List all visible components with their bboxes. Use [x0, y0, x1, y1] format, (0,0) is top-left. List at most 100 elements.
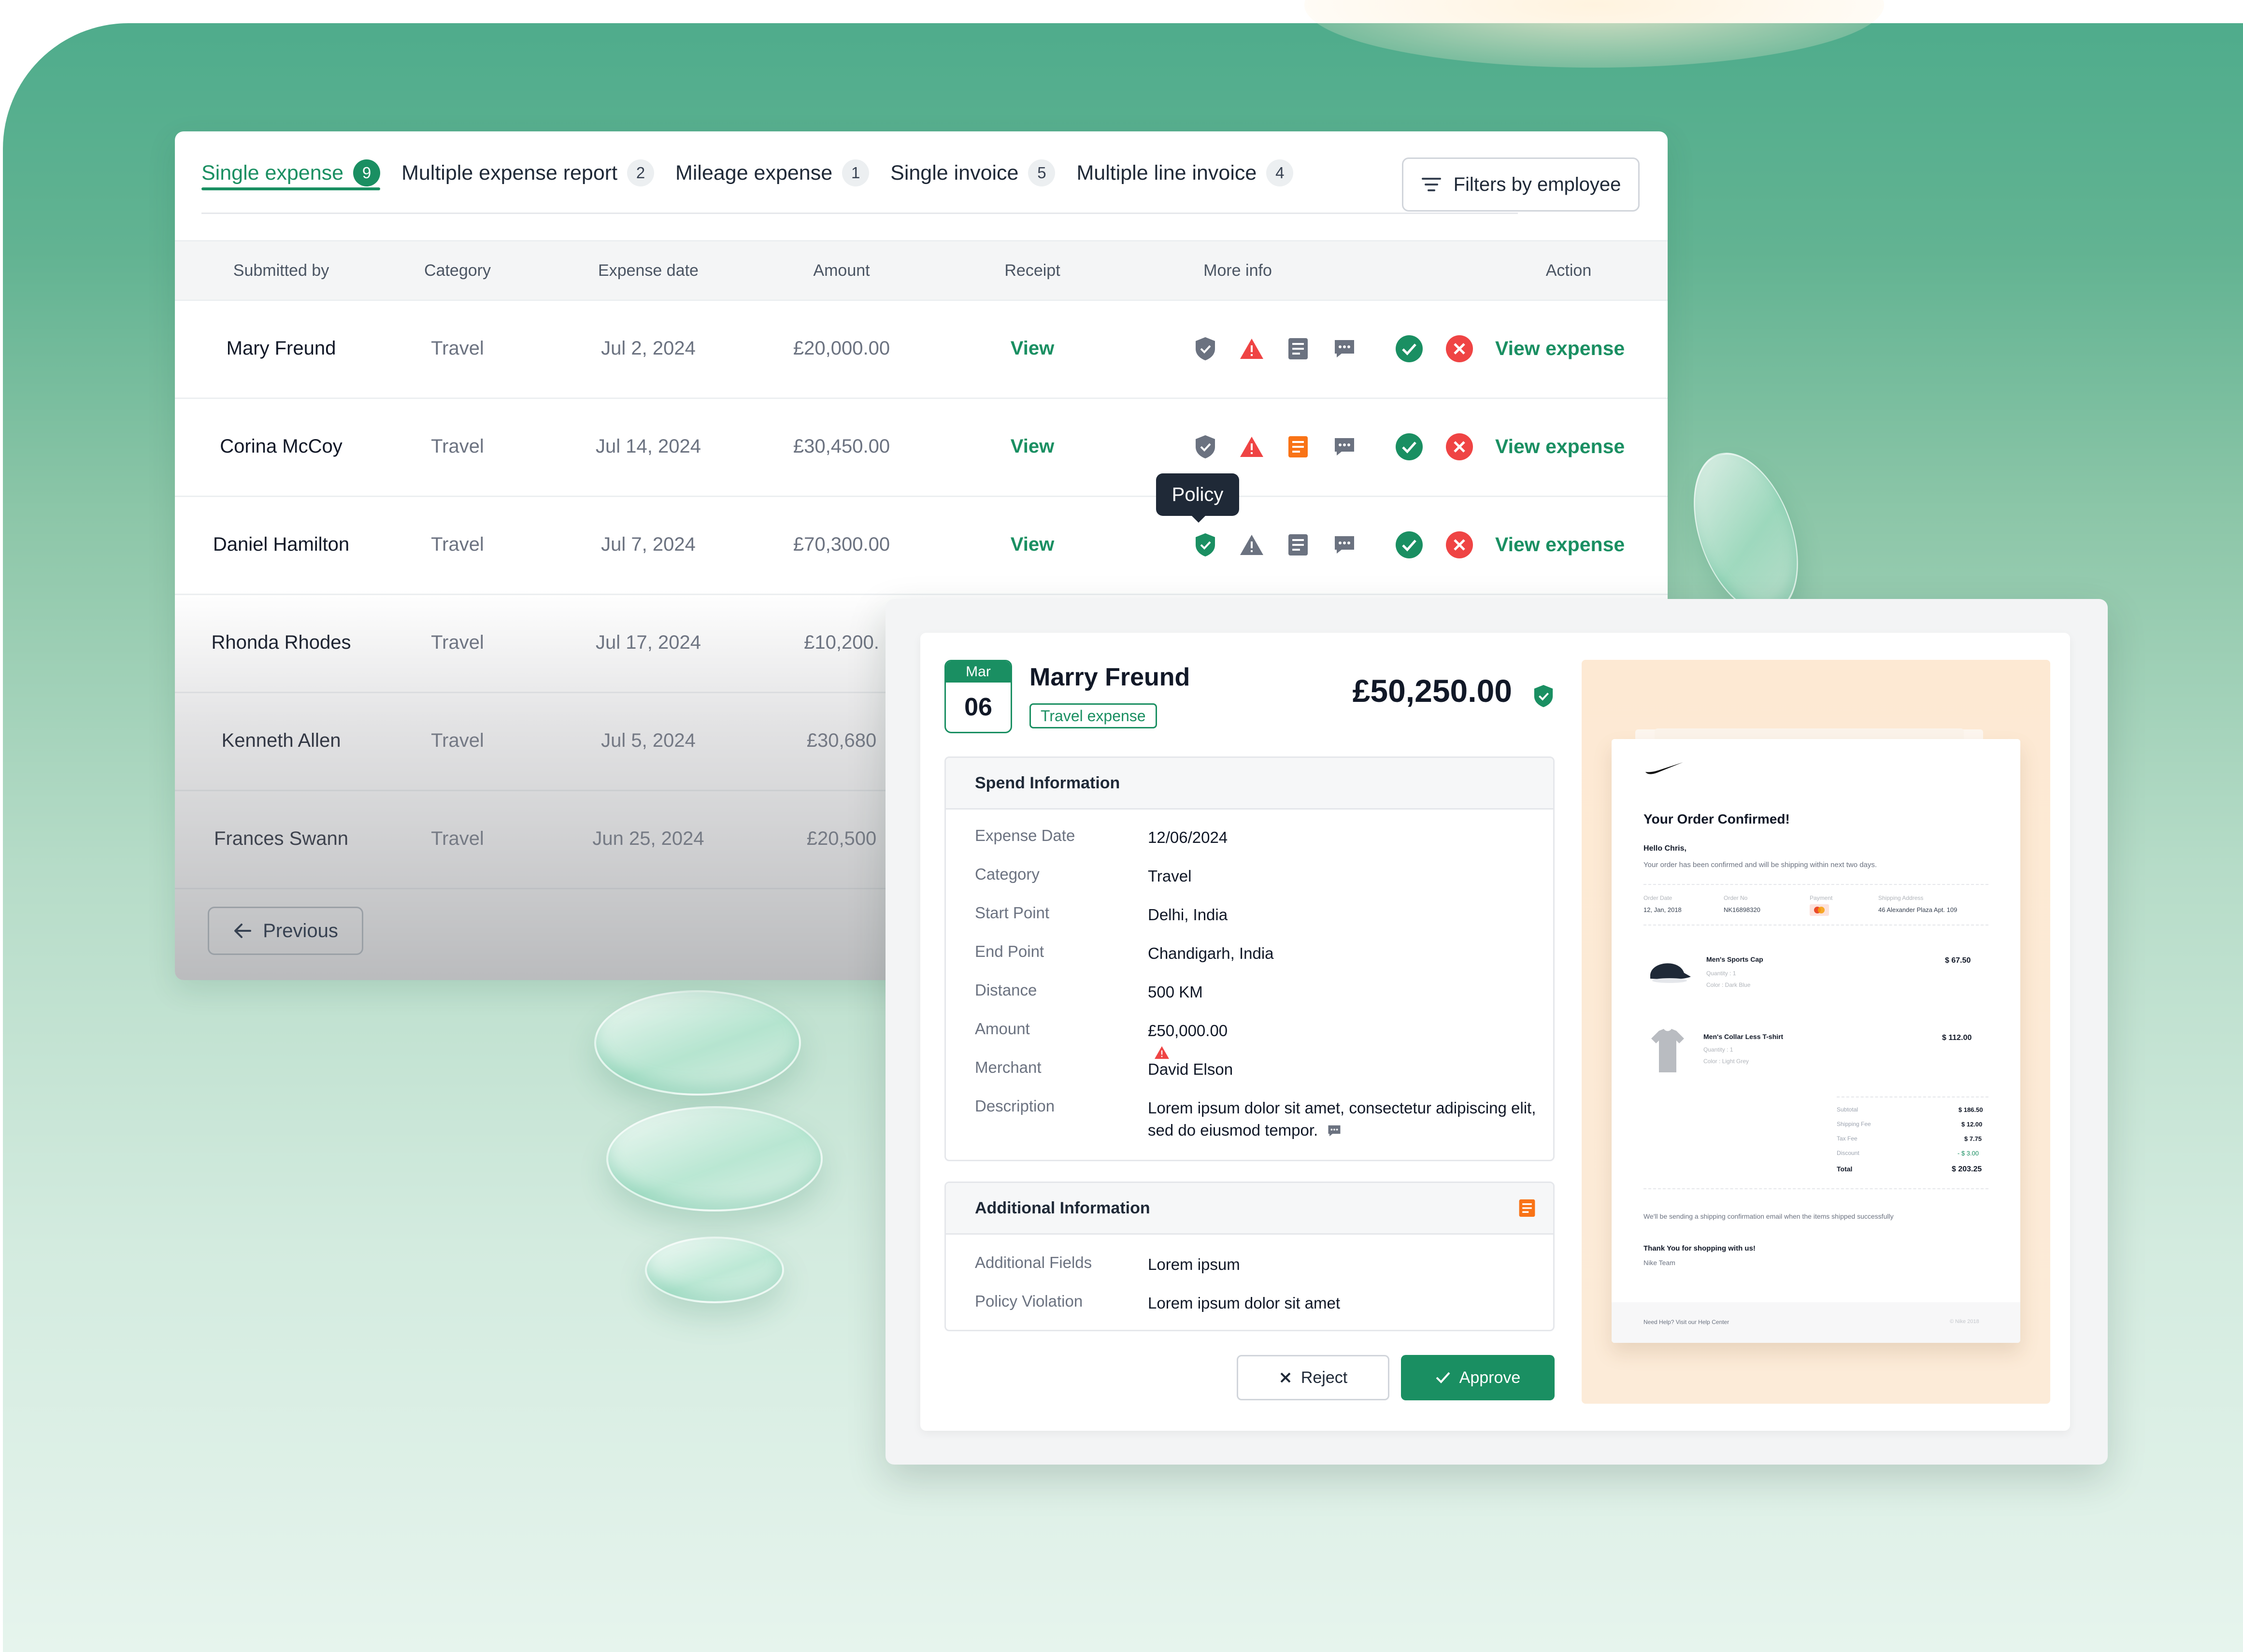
submitter-name: Corina McCoy: [220, 436, 343, 457]
column-header-action: Action: [1545, 261, 1592, 280]
panel-header: Spend Information: [946, 758, 1553, 810]
approve-check-icon[interactable]: [1395, 334, 1424, 363]
receipt-item-color: Color : Light Grey: [1703, 1058, 1749, 1065]
more-info-icons: [1182, 299, 1368, 398]
receipt-item-name: Men's Sports Cap: [1706, 955, 1763, 963]
submitter-name: Daniel Hamilton: [213, 534, 350, 555]
amount-cell: £70,300.00: [793, 534, 890, 555]
tab-count-badge: 9: [353, 159, 381, 186]
receipt-item-name: Men's Collar Less T-shirt: [1703, 1033, 1784, 1040]
comment-icon[interactable]: [1321, 338, 1368, 359]
view-expense-link[interactable]: View expense: [1495, 337, 1625, 360]
tab-label: Mileage expense: [675, 161, 833, 185]
receipt-title: Your Order Confirmed!: [1643, 812, 1790, 826]
category-cell: Travel: [431, 436, 484, 457]
date-month: Mar: [946, 661, 1011, 683]
receipt-image: Your Order Confirmed! Hello Chris, Your …: [1612, 739, 2020, 1343]
policy-shield-icon[interactable]: [1182, 532, 1229, 557]
credit-card-icon: [1810, 904, 1829, 916]
category-cell: Travel: [431, 338, 484, 359]
approve-check-icon[interactable]: [1395, 530, 1424, 559]
view-receipt-link[interactable]: View: [972, 299, 1093, 398]
receipt-divider: [1643, 925, 1988, 926]
comment-icon[interactable]: [1321, 534, 1368, 555]
decorative-disc: [645, 1237, 784, 1303]
column-header-more-info: More info: [1203, 261, 1272, 280]
approve-button[interactable]: Approve: [1401, 1355, 1555, 1400]
receipt-total-value: $ 186.50: [1958, 1106, 1983, 1113]
reject-button[interactable]: Reject: [1237, 1355, 1389, 1400]
cap-icon: [1650, 963, 1691, 983]
previous-label: Previous: [263, 920, 338, 941]
column-header-category: Category: [424, 261, 491, 280]
tab-single-invoice[interactable]: Single invoice 5: [890, 131, 1056, 214]
row-actions: View expense: [1395, 398, 1625, 496]
approve-label: Approve: [1459, 1368, 1521, 1387]
column-header-receipt: Receipt: [1004, 261, 1060, 280]
receipt-item-qty: Quantity : 1: [1706, 970, 1736, 977]
warning-icon: [1155, 1046, 1169, 1059]
comment-icon[interactable]: [1321, 436, 1368, 457]
tab-count-badge: 1: [842, 159, 870, 186]
reject-x-icon[interactable]: [1445, 530, 1474, 559]
row-actions: View expense: [1395, 299, 1625, 398]
category-cell: Travel: [431, 730, 484, 751]
receipt-team: Nike Team: [1643, 1259, 1675, 1267]
tab-label: Single expense: [201, 161, 344, 185]
panel-title: Spend Information: [975, 774, 1120, 792]
receipt-total-label: Total: [1837, 1165, 1853, 1173]
tab-multiple-line-invoice[interactable]: Multiple line invoice 4: [1076, 131, 1294, 214]
receipt-copyright: © Nike 2018: [1950, 1319, 1979, 1324]
view-receipt-link[interactable]: View: [972, 398, 1093, 496]
receipt-shipping-note: We'll be sending a shipping confirmation…: [1643, 1212, 1894, 1220]
policy-shield-icon[interactable]: [1182, 434, 1229, 459]
view-expense-link[interactable]: View expense: [1495, 533, 1625, 556]
row-actions: View expense: [1395, 496, 1625, 594]
receipt-item-price: $ 67.50: [1945, 956, 1971, 965]
tab-count-badge: 5: [1028, 159, 1056, 186]
category-cell: Travel: [431, 828, 484, 849]
warning-icon[interactable]: [1229, 533, 1275, 556]
expense-date-cell: Jul 14, 2024: [596, 436, 701, 457]
column-header-expense-date: Expense date: [598, 261, 699, 280]
table-row: Corina McCoy Travel Jul 14, 2024 £30,450…: [175, 398, 1668, 497]
document-icon[interactable]: [1275, 337, 1321, 360]
view-receipt-link[interactable]: View: [972, 496, 1093, 594]
date-badge: Mar 06: [944, 660, 1012, 733]
document-icon[interactable]: [1275, 533, 1321, 556]
reject-x-icon[interactable]: [1445, 334, 1474, 363]
tab-mileage-expense[interactable]: Mileage expense 1: [675, 131, 870, 214]
receipt-divider: [1643, 1188, 1988, 1189]
previous-page-button[interactable]: Previous: [208, 907, 363, 955]
receipt-total-value: $ 7.75: [1964, 1135, 1982, 1142]
tab-multiple-expense-report[interactable]: Multiple expense report 2: [401, 131, 655, 214]
column-header-submitted-by: Submitted by: [233, 261, 329, 280]
receipt-greeting: Hello Chris,: [1643, 844, 1686, 853]
tab-count-badge: 2: [627, 159, 655, 186]
receipt-meta-label: Shipping Address: [1878, 895, 1924, 901]
warning-icon[interactable]: [1229, 337, 1275, 360]
receipt-meta-label: Order Date: [1643, 895, 1672, 901]
table-row: Daniel Hamilton Travel Jul 7, 2024 £70,3…: [175, 496, 1668, 595]
document-icon[interactable]: [1275, 435, 1321, 458]
tab-count-badge: 4: [1266, 159, 1294, 186]
receipt-item-color: Color : Dark Blue: [1706, 982, 1751, 988]
policy-shield-icon[interactable]: [1182, 336, 1229, 361]
view-expense-link[interactable]: View expense: [1495, 435, 1625, 458]
panel-header: Additional Information: [946, 1183, 1553, 1235]
receipt-meta-value: NK16898320: [1724, 906, 1760, 913]
warning-icon[interactable]: [1229, 435, 1275, 458]
tab-single-expense[interactable]: Single expense 9: [201, 131, 381, 214]
category-cell: Travel: [431, 534, 484, 555]
check-icon: [1436, 1372, 1450, 1383]
reject-label: Reject: [1300, 1368, 1348, 1387]
close-icon: [1280, 1372, 1291, 1383]
reject-x-icon[interactable]: [1445, 432, 1474, 461]
expense-date-cell: Jul 17, 2024: [596, 632, 701, 653]
receipt-total-value: - $ 3.00: [1957, 1150, 1979, 1157]
approve-check-icon[interactable]: [1395, 432, 1424, 461]
receipt-thanks: Thank You for shopping with us!: [1643, 1244, 1756, 1253]
receipt-total-label: Shipping Fee: [1837, 1121, 1871, 1127]
filters-by-employee-button[interactable]: Filters by employee: [1402, 157, 1640, 212]
expense-date-cell: Jun 25, 2024: [592, 828, 704, 849]
